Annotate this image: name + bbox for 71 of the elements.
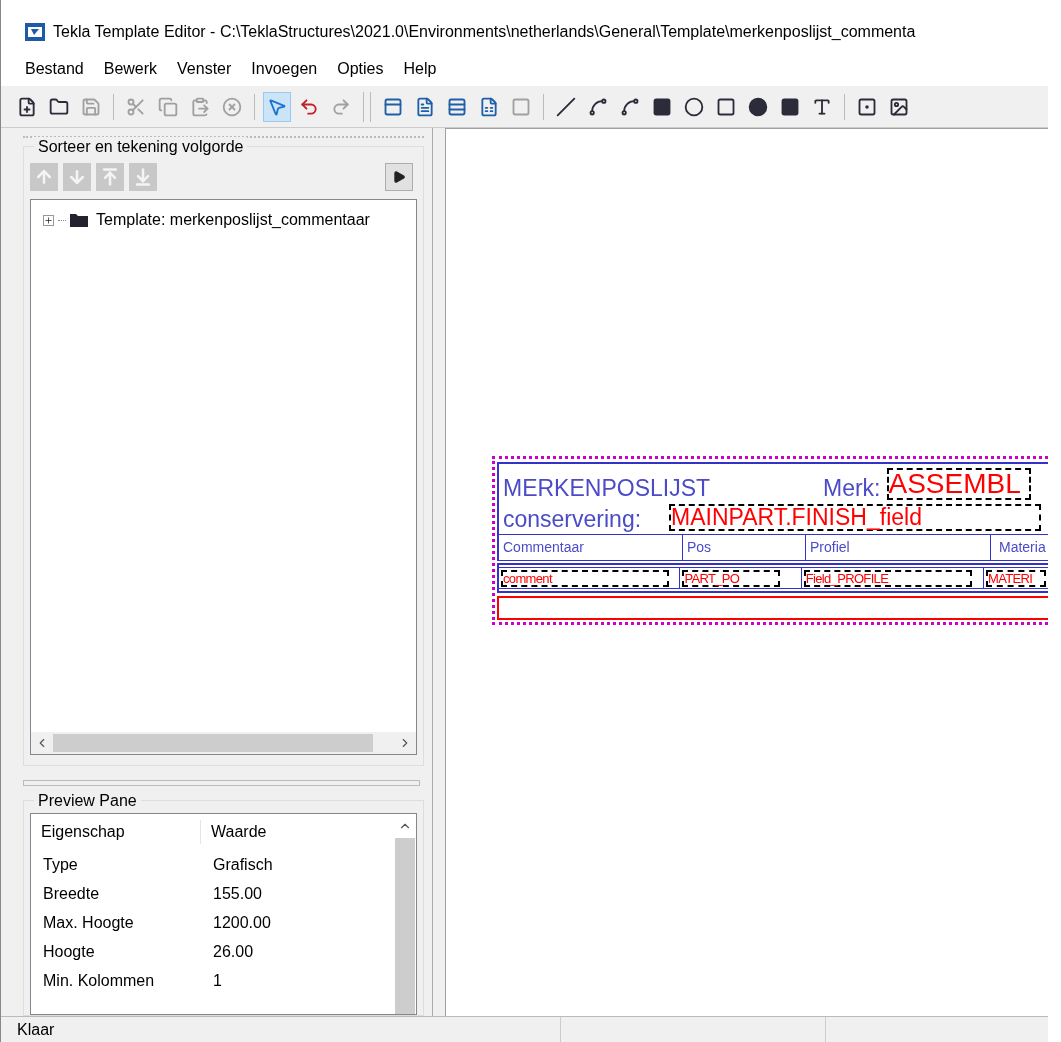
menu-item[interactable]: Invoegen [243,57,326,81]
template-field[interactable]: comment [501,569,669,587]
template-label: Merk: [823,477,881,500]
column-heading: Materia [998,538,1046,557]
new-file-icon [17,96,37,117]
frame-icon [857,96,877,117]
delete-icon [222,96,242,117]
undo-icon [299,96,319,117]
text-icon [812,96,832,117]
template-label: conservering: [503,508,643,531]
rows-icon [447,96,467,117]
property-cell-text: 1 [212,970,222,991]
template-field[interactable]: Field_PROFILE [803,569,972,587]
filled-circle-icon [748,96,768,117]
folder-icon [70,213,88,227]
save-icon [81,96,101,117]
pointer-icon [267,96,287,117]
circle-icon [684,96,704,117]
play-icon [392,170,406,184]
paste-icon [190,96,210,117]
line-icon [556,96,576,117]
arrow-down-icon [67,167,87,187]
template-field[interactable]: PART_PO [682,569,781,587]
property-cell-text: 1200.00 [212,912,271,933]
property-cell-text: Max. Hoogte [42,912,135,933]
page-header-icon [383,96,403,117]
property-cell-text: Min. Kolommen [42,970,156,991]
column-header[interactable]: Waarde [201,820,267,844]
horizontal-scrollbar[interactable] [31,732,416,754]
arrow-up-icon [34,167,54,187]
property-cell-text: 26.00 [212,941,254,962]
status-text: Klaar [1,1017,561,1042]
toolbar-grip[interactable] [363,91,371,122]
template-field[interactable]: MATERI [986,569,1046,587]
scissors-icon [126,96,146,117]
template-title: MERKENPOSLIJST [503,477,712,500]
property-cell-text: Grafisch [212,854,273,875]
menu-item[interactable]: Bestand [17,57,92,81]
menu-item[interactable]: Help [395,57,445,81]
template-field[interactable]: ASSEMBL [886,468,1031,500]
menu-item[interactable]: Venster [169,57,240,81]
property-cell-text: Type [42,854,79,875]
menu-item[interactable]: Opties [329,57,392,81]
filled-square-icon [780,96,800,117]
document-rows-icon [415,96,435,117]
picture-icon [889,96,909,117]
empty-row-icon [511,96,531,117]
column-heading: Profiel [806,535,991,560]
copy-icon [158,96,178,117]
property-cell-text: Breedte [42,883,101,904]
menu-item[interactable]: Bewerk [95,57,166,81]
expand-toggle[interactable] [43,214,54,226]
property-cell-text: Hoogte [42,941,96,962]
group-title: Sorteer en tekening volgorde [34,137,248,157]
column-heading: Pos [683,535,806,560]
property-cell-text: 155.00 [212,883,262,904]
tree-item[interactable]: Template: merkenposlijst_commentaar [96,208,370,232]
arc-icon [620,96,640,117]
redo-icon [331,96,351,117]
folder-icon [49,96,69,117]
template-field[interactable]: MAINPART.FINISH_field [669,504,1041,531]
expand-button[interactable] [385,163,413,191]
arrow-to-top-icon [100,167,120,187]
window-title: Tekla Template Editor - C:\TeklaStructures\2021.0\Environments\netherlands\General\Template\merkenposlijst_commenta [53,22,916,42]
column-header[interactable]: Eigenschap [31,820,201,844]
app-icon [25,23,45,41]
rectangle-icon [716,96,736,117]
column-heading: Commentaar [499,535,683,560]
sheet-icon [479,96,499,117]
filled-rectangle-icon [652,96,672,117]
arrow-to-bottom-icon [133,167,153,187]
